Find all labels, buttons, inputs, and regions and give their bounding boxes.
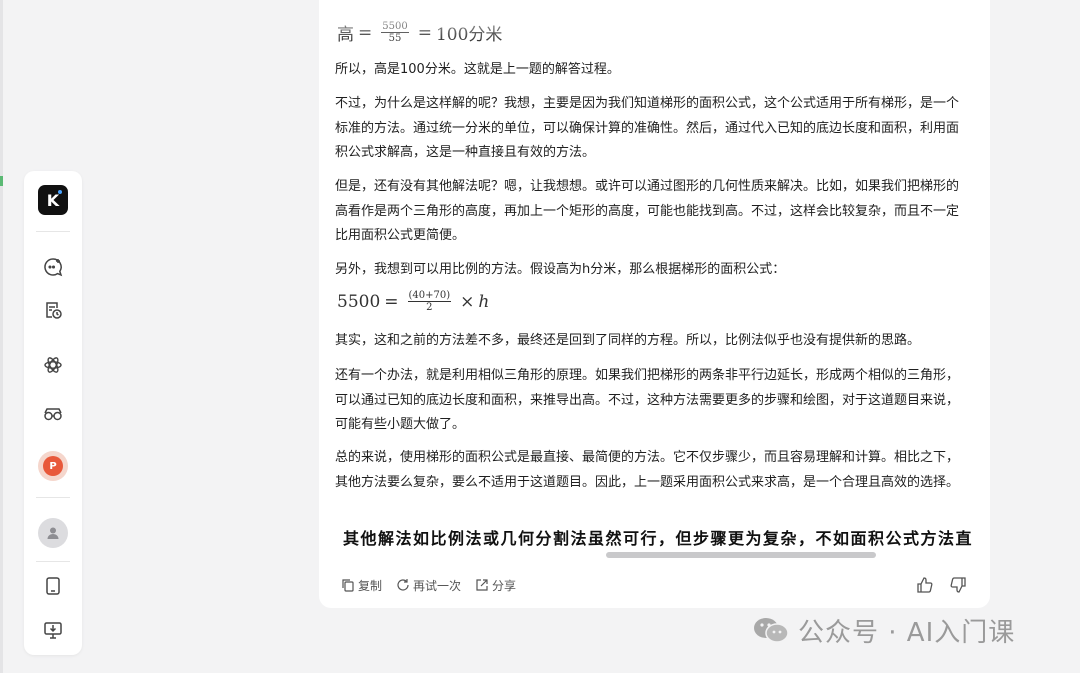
- sidebar-divider: [36, 497, 70, 498]
- copy-button[interactable]: 复制: [341, 577, 382, 594]
- message-paragraph: 还有一个办法，就是利用相似三角形的原理。如果我们把梯形的两条非平行边延长，形成两…: [335, 368, 960, 432]
- share-icon: [476, 579, 488, 591]
- formula-variable: h: [478, 291, 490, 312]
- formula-lhs: 高: [337, 25, 354, 45]
- fraction-numerator: 5500: [381, 21, 409, 33]
- formula-equals: =: [384, 291, 399, 312]
- thumbs-up-button[interactable]: [914, 574, 936, 596]
- sidebar-item-history[interactable]: [38, 295, 68, 325]
- message-paragraph: 另外，我想到可以用比例的方法。假设高为h分米，那么根据梯形的面积公式：: [335, 262, 786, 277]
- refresh-icon: [397, 579, 409, 591]
- thumbs-down-button[interactable]: [947, 574, 969, 596]
- formula-height: 高 = 5500 55 = 100分米: [337, 20, 502, 45]
- share-button[interactable]: 分享: [475, 577, 516, 594]
- avatar: [38, 518, 68, 548]
- app-logo[interactable]: K: [38, 185, 68, 215]
- sidebar-item-apps[interactable]: [38, 350, 68, 380]
- sidebar-item-ppt[interactable]: P: [38, 451, 68, 481]
- app-logo-letter: K: [46, 190, 60, 210]
- sidebar-item-desktop-download[interactable]: [38, 615, 68, 645]
- desktop-download-icon: [44, 622, 62, 639]
- sidebar-item-account[interactable]: [38, 518, 68, 548]
- ppt-icon: P: [38, 451, 68, 481]
- fraction-denominator: 2: [426, 302, 433, 313]
- bold-summary-line: 其他解法如比例法或几何分割法虽然可行，但步骤更为复杂，不如面积公式方法直: [343, 529, 974, 548]
- new-chat-icon: [44, 258, 63, 277]
- sidebar-item-mobile[interactable]: [38, 571, 68, 601]
- sidebar-item-assistants[interactable]: [38, 399, 68, 429]
- ppt-icon-letter: P: [43, 456, 63, 476]
- thumbs-down-icon: [950, 577, 966, 593]
- glasses-icon: [44, 408, 62, 421]
- fraction-numerator: (40+70): [407, 290, 452, 302]
- formula-fraction: (40+70) 2: [407, 290, 452, 313]
- formula-lhs: 5500: [337, 291, 381, 312]
- formula-times: ×: [460, 291, 475, 312]
- share-label: 分享: [492, 578, 517, 593]
- formula-area: 5500 = (40+70) 2 × h: [337, 290, 489, 313]
- window-left-edge-marker: [0, 176, 3, 186]
- formula-rhs: 100分米: [435, 25, 503, 45]
- thumbs-up-icon: [917, 577, 933, 593]
- user-icon: [47, 527, 59, 539]
- chat-message-card: 高 = 5500 55 = 100分米 所以，高是100分米。这就是上一题的解答…: [319, 0, 990, 608]
- message-paragraph: 其实，这和之前的方法差不多，最终还是回到了同样的方程。所以，比例法似乎也没有提供…: [335, 333, 921, 348]
- formula-fraction: 5500 55: [381, 21, 409, 44]
- sidebar: K P: [24, 171, 82, 655]
- sidebar-item-new-chat[interactable]: [38, 252, 68, 282]
- message-actions: 复制 再试一次 分享: [341, 574, 530, 596]
- copy-label: 复制: [358, 578, 383, 593]
- watermark: 公众号 · AI入门课: [752, 612, 1015, 648]
- formula-equals: =: [417, 22, 432, 43]
- apps-icon: [44, 357, 62, 373]
- sidebar-divider: [36, 231, 70, 232]
- formula-equals: =: [358, 22, 373, 43]
- message-paragraph: 不过，为什么是这样解的呢？我想，主要是因为我们知道梯形的面积公式，这个公式适用于…: [335, 96, 960, 160]
- wechat-icon: [754, 618, 789, 643]
- sidebar-divider: [36, 561, 70, 562]
- horizontal-scrollbar[interactable]: [606, 552, 876, 558]
- tablet-icon: [46, 577, 60, 595]
- window-left-edge: [0, 0, 3, 673]
- message-paragraph: 但是，还有没有其他解法呢？嗯，让我想想。或许可以通过图形的几何性质来解决。比如，…: [335, 179, 960, 243]
- history-icon: [46, 302, 62, 319]
- message-paragraph: 所以，高是100分米。这就是上一题的解答过程。: [335, 62, 620, 77]
- retry-button[interactable]: 再试一次: [396, 577, 461, 594]
- message-paragraph: 总的来说，使用梯形的面积公式是最直接、最简便的方法。它不仅步骤少，而且容易理解和…: [335, 450, 960, 490]
- fraction-denominator: 55: [388, 33, 402, 44]
- retry-label: 再试一次: [413, 578, 462, 593]
- copy-icon: [342, 579, 354, 592]
- watermark-text: 公众号 · AI入门课: [798, 617, 1016, 648]
- logo-dot: [58, 190, 62, 194]
